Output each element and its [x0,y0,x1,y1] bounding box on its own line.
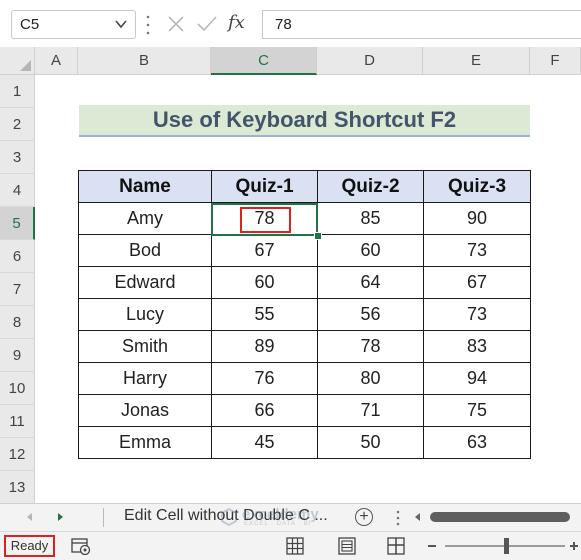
header-quiz-2[interactable]: Quiz-2 [317,170,424,203]
header-quiz-1[interactable]: Quiz-1 [211,170,318,203]
row-header-9[interactable]: 9 [0,339,35,372]
page-break-preview-icon[interactable] [386,536,406,556]
cell-name[interactable]: Lucy [78,298,212,331]
formula-buttons: fx [160,10,255,39]
cell-quiz-1[interactable]: 89 [211,330,318,363]
sheet-tab-active[interactable]: Edit Cell without Double C ... [113,504,351,530]
column-header-f[interactable]: F [530,47,581,75]
table-row: Lucy 55 56 73 [78,298,531,331]
cell-quiz-1[interactable]: 66 [211,394,318,427]
cell-quiz-1[interactable]: 55 [211,298,318,331]
cell-quiz-3[interactable]: 73 [423,234,531,267]
row-header-7[interactable]: 7 [0,273,35,306]
cell-name[interactable]: Amy [78,202,212,235]
table-row: Smith 89 78 83 [78,330,531,363]
accessibility-icon[interactable] [71,537,91,555]
row-header-3[interactable]: 3 [0,141,35,174]
cell-quiz-3[interactable]: 94 [423,362,531,395]
cell-quiz-1[interactable]: 76 [211,362,318,395]
cell-name[interactable]: Harry [78,362,212,395]
cell-quiz-2[interactable]: 78 [317,330,424,363]
row-header-1[interactable]: 1 [0,75,35,108]
table-row: Bod 67 60 73 [78,234,531,267]
name-box-value: C5 [20,16,40,33]
more-options-icon [146,15,150,35]
row-header-5[interactable]: 5 [0,207,35,240]
cell-quiz-2[interactable]: 60 [317,234,424,267]
table-header-row: Name Quiz-1 Quiz-2 Quiz-3 [78,170,531,203]
insert-function-icon[interactable]: fx [228,12,245,33]
column-header-d[interactable]: D [317,47,423,75]
sheet-tab-bar: Edit Cell without Double C ... + [0,503,581,531]
row-header-2[interactable]: 2 [0,108,35,141]
more-tabs-icon[interactable] [396,510,400,526]
enter-check-icon[interactable] [196,14,218,34]
cell-quiz-1[interactable]: 67 [211,234,318,267]
table-row: Edward 60 64 67 [78,266,531,299]
cell-quiz-2[interactable]: 71 [317,394,424,427]
table-row: Harry 76 80 94 [78,362,531,395]
fill-handle[interactable] [314,232,322,240]
formula-bar: C5 fx 78 [0,0,581,48]
select-all-triangle-icon [20,60,31,71]
formula-value: 78 [275,16,292,33]
cell-quiz-1[interactable]: 45 [211,426,318,459]
select-all-corner[interactable] [0,47,35,75]
highlight-box [240,207,291,233]
cell-quiz-2[interactable]: 85 [317,202,424,235]
normal-view-icon[interactable] [285,536,305,556]
cell-name[interactable]: Edward [78,266,212,299]
zoom-in-button-vertical[interactable] [573,542,575,550]
cancel-icon[interactable] [166,14,186,34]
cell-quiz-3[interactable]: 90 [423,202,531,235]
table-row: Emma 45 50 63 [78,426,531,459]
cell-name[interactable]: Emma [78,426,212,459]
row-header-11[interactable]: 11 [0,405,35,438]
status-mode: Ready [4,535,55,557]
name-box[interactable]: C5 [11,10,136,39]
cell-quiz-2[interactable]: 50 [317,426,424,459]
next-sheet-icon[interactable] [58,513,63,521]
status-bar: Ready [0,531,581,560]
cell-quiz-2[interactable]: 80 [317,362,424,395]
row-header-4[interactable]: 4 [0,174,35,207]
zoom-slider-thumb[interactable] [504,538,509,554]
cell-name[interactable]: Bod [78,234,212,267]
cell-quiz-1[interactable]: 60 [211,266,318,299]
zoom-out-button[interactable] [428,545,436,547]
column-header-a[interactable]: A [35,47,78,75]
row-header-6[interactable]: 6 [0,240,35,273]
table-row: Jonas 66 71 75 [78,394,531,427]
row-header-12[interactable]: 12 [0,438,35,471]
header-quiz-3[interactable]: Quiz-3 [423,170,531,203]
column-header-b[interactable]: B [78,47,211,75]
row-header-13[interactable]: 13 [0,471,35,504]
cell-quiz-3[interactable]: 63 [423,426,531,459]
row-header-8[interactable]: 8 [0,306,35,339]
tab-divider [103,508,104,527]
cell-quiz-2[interactable]: 56 [317,298,424,331]
cell-quiz-3[interactable]: 75 [423,394,531,427]
column-header-c[interactable]: C [211,47,317,75]
column-header-e[interactable]: E [423,47,530,75]
new-sheet-button[interactable]: + [355,508,373,526]
horizontal-scrollbar[interactable] [430,512,570,522]
row-header-10[interactable]: 10 [0,372,35,405]
formula-input[interactable]: 78 [262,10,581,39]
cell-quiz-3[interactable]: 67 [423,266,531,299]
previous-sheet-icon[interactable] [27,513,32,521]
sheet-title[interactable]: Use of Keyboard Shortcut F2 [79,105,530,137]
cell-name[interactable]: Jonas [78,394,212,427]
page-layout-view-icon[interactable] [337,536,357,556]
cell-quiz-3[interactable]: 83 [423,330,531,363]
cell-quiz-3[interactable]: 73 [423,298,531,331]
header-name[interactable]: Name [78,170,212,203]
scroll-left-icon[interactable] [415,513,420,521]
cell-quiz-2[interactable]: 64 [317,266,424,299]
chevron-down-icon[interactable] [115,18,127,30]
spreadsheet-grid[interactable]: A B C D E F 1 2 3 4 5 6 7 8 9 10 11 12 1… [0,47,581,504]
cell-name[interactable]: Smith [78,330,212,363]
